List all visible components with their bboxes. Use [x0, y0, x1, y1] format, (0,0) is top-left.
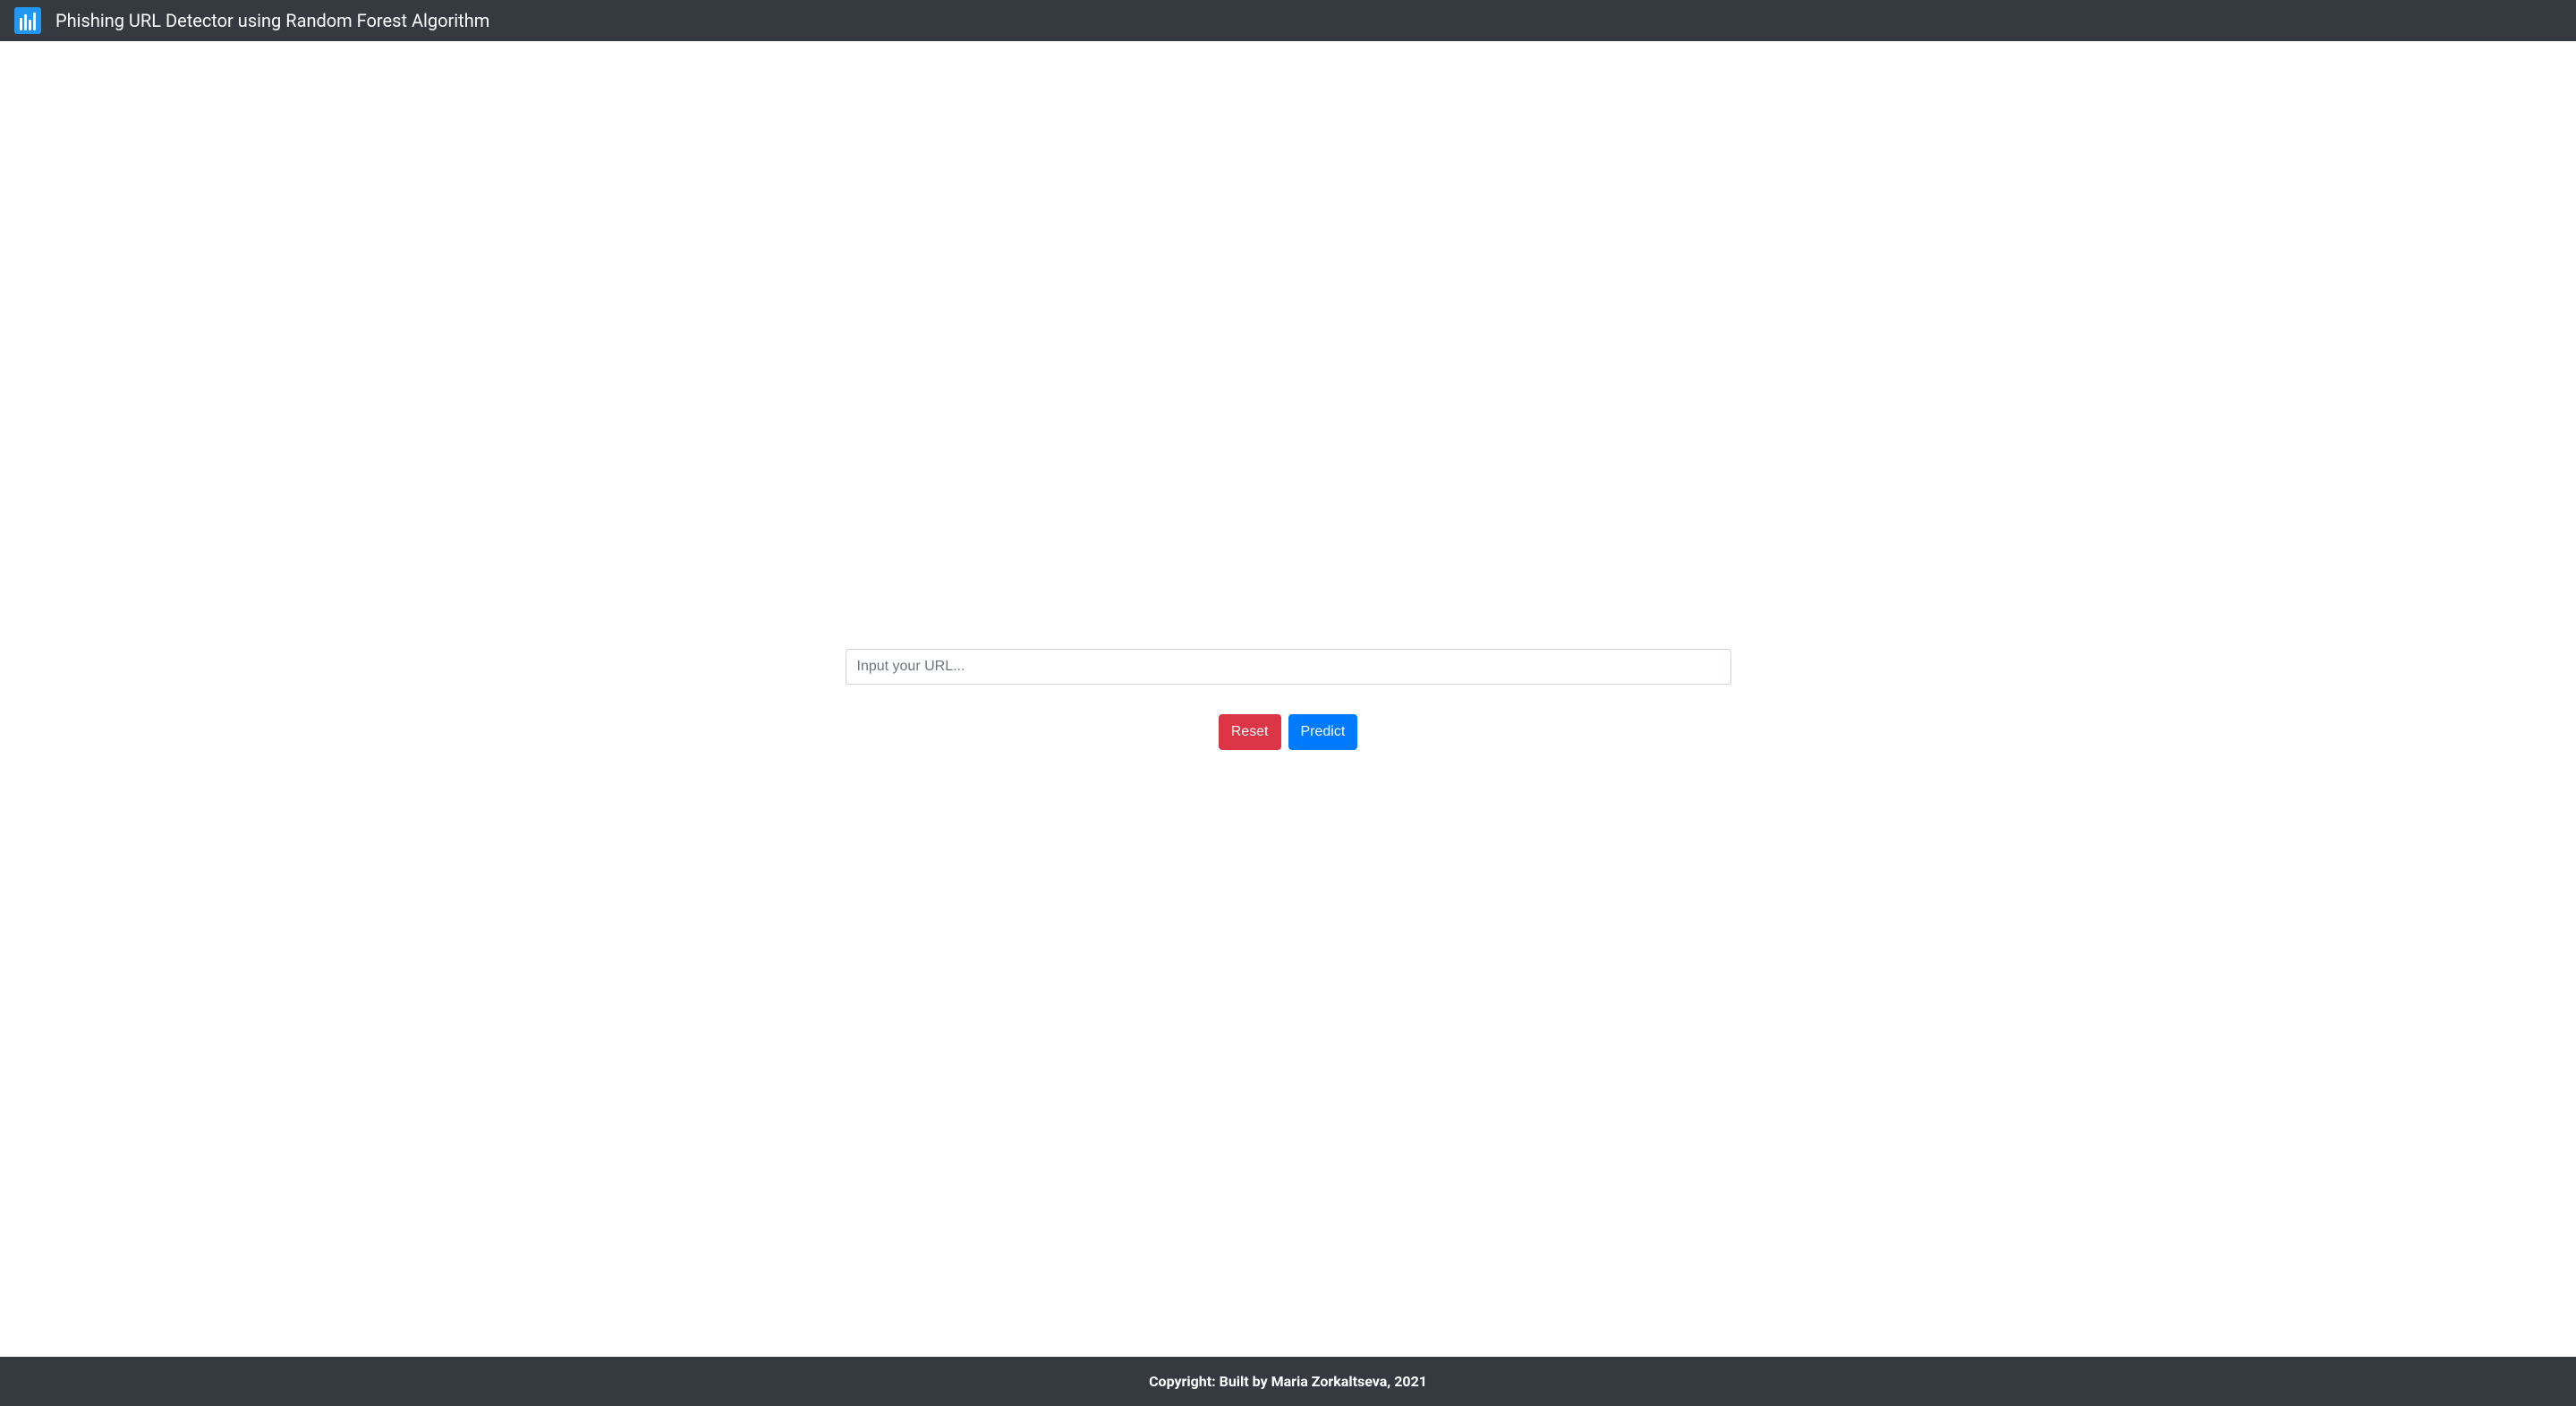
page-title: Phishing URL Detector using Random Fores…	[55, 10, 489, 31]
predict-button[interactable]: Predict	[1288, 714, 1358, 750]
reset-button[interactable]: Reset	[1219, 714, 1281, 750]
bar-chart-icon	[14, 7, 41, 34]
main-content: Reset Predict	[0, 41, 2576, 1357]
navbar: Phishing URL Detector using Random Fores…	[0, 0, 2576, 41]
copyright-text: Copyright: Built by Maria Zorkaltseva, 2…	[1149, 1373, 1427, 1390]
url-form: Reset Predict	[846, 649, 1731, 750]
url-input[interactable]	[846, 649, 1731, 685]
footer: Copyright: Built by Maria Zorkaltseva, 2…	[0, 1357, 2576, 1406]
button-group: Reset Predict	[1219, 714, 1358, 750]
